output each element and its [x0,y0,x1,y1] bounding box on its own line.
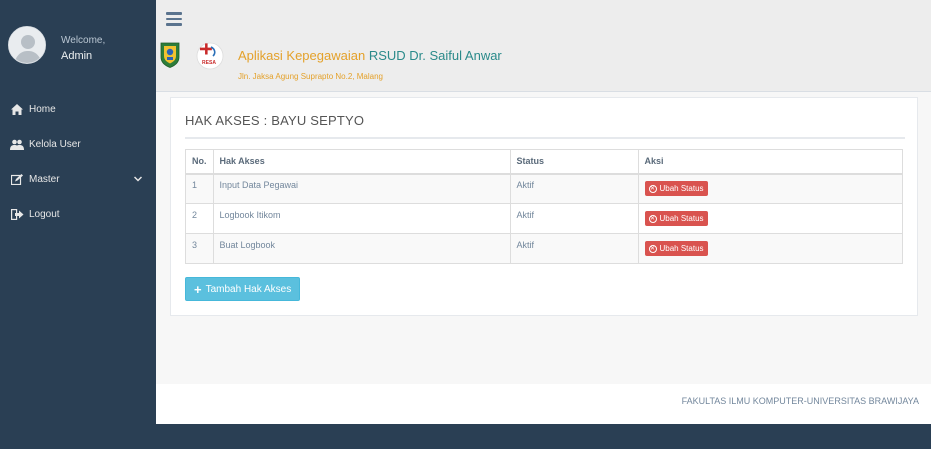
cell-no: 3 [185,233,214,264]
hak-akses-panel: HAK AKSES : BAYU SEPTYO No. Hak Akses St… [170,97,918,316]
panel-divider [185,137,905,139]
edit-icon [10,173,24,185]
top-navbar: RESA Aplikasi Kepegawaian RSUD Dr. Saifu… [156,0,931,92]
table-row: 2 Logbook Itikom Aktif ✕ Ubah Status [185,203,903,234]
profile: Welcome, Admin [8,26,148,66]
svg-text:RESA: RESA [202,60,216,66]
sidebar-item-home[interactable]: Home [0,96,156,122]
sign-out-icon [10,208,24,220]
hak-akses-table: No. Hak Akses Status Aksi 1 Input Data P… [185,149,903,264]
column-header-no: No. [185,149,214,175]
sidebar-item-logout[interactable]: Logout [0,201,156,227]
cell-no: 1 [185,173,214,204]
cell-no: 2 [185,203,214,234]
ubah-status-button[interactable]: ✕ Ubah Status [644,211,708,226]
app-title: Aplikasi Kepegawaian RSUD Dr. Saiful Anw… [238,48,502,63]
user-placeholder-icon [9,27,45,63]
ubah-status-button[interactable]: ✕ Ubah Status [644,181,708,197]
cell-status: Aktif [509,203,639,234]
menu-toggle-icon[interactable] [166,12,182,26]
sidebar-item-label: Logout [29,208,60,220]
cell-hak-akses: Logbook Itikom [212,203,511,234]
cell-aksi: ✕ Ubah Status [637,173,903,204]
app-title-part1: Aplikasi Kepegawaian [238,48,366,63]
times-circle-icon: ✕ [648,214,657,223]
table-row: 3 Buat Logbook Aktif ✕ Ubah Status [185,233,903,264]
cell-status: Aktif [509,173,639,204]
cell-hak-akses: Buat Logbook [212,233,511,264]
province-emblem-icon [160,42,180,68]
tambah-hak-akses-button[interactable]: + Tambah Hak Akses [185,277,301,301]
main-content: RESA Aplikasi Kepegawaian RSUD Dr. Saifu… [156,0,931,424]
hospital-logo-icon: RESA [196,42,224,70]
home-icon [10,103,24,115]
sidebar: Welcome, Admin Home Kelola User Master L… [0,0,156,449]
table-header-row: No. Hak Akses Status Aksi [185,149,903,175]
cell-aksi: ✕ Ubah Status [637,233,903,264]
footer: FAKULTAS ILMU KOMPUTER-UNIVERSITAS BRAWI… [156,384,931,424]
table-row: 1 Input Data Pegawai Aktif ✕ Ubah Status [185,173,903,204]
app-title-part2: RSUD Dr. Saiful Anwar [368,48,502,63]
welcome-text: Welcome, [61,35,106,46]
users-icon [10,138,24,150]
chevron-down-icon [133,174,143,185]
user-name: Admin [61,50,93,62]
panel-title: HAK AKSES : BAYU SEPTYO [185,113,365,128]
times-circle-icon: ✕ [648,244,657,253]
column-header-status: Status [509,149,639,175]
sidebar-item-label: Kelola User [29,138,81,150]
column-header-hak-akses: Hak Akses [212,149,511,175]
plus-icon: + [194,281,202,297]
sidebar-item-label: Home [29,103,56,115]
column-header-aksi: Aksi [637,149,903,175]
sidebar-item-label: Master [29,173,60,185]
times-circle-icon: ✕ [648,184,657,193]
sidebar-item-kelola-user[interactable]: Kelola User [0,131,156,157]
cell-hak-akses: Input Data Pegawai [212,173,511,204]
cell-aksi: ✕ Ubah Status [637,203,903,234]
sidebar-item-master[interactable]: Master [0,166,156,192]
footer-text: FAKULTAS ILMU KOMPUTER-UNIVERSITAS BRAWI… [681,396,919,406]
cell-status: Aktif [509,233,639,264]
ubah-status-button[interactable]: ✕ Ubah Status [644,241,708,256]
app-address: Jln. Jaksa Agung Suprapto No.2, Malang [238,72,383,81]
avatar [8,26,46,64]
